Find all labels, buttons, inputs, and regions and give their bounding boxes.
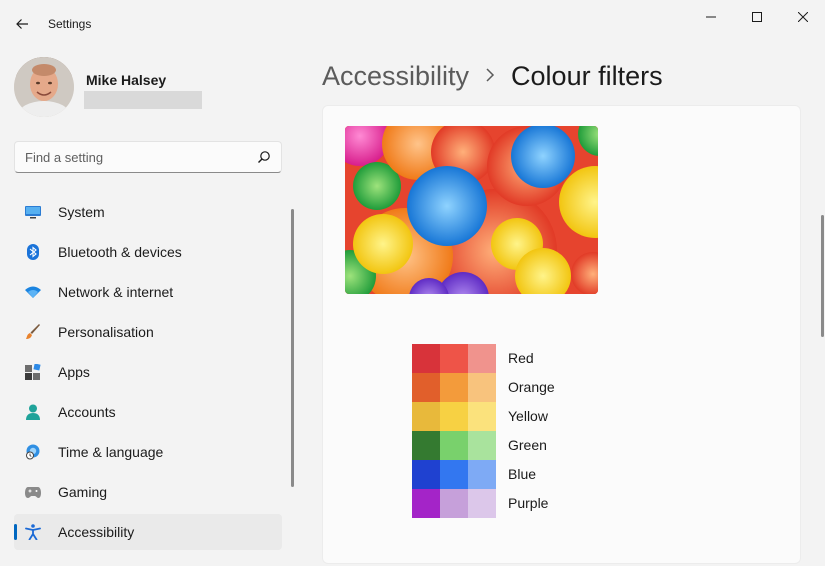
sidebar-item-label: Apps — [58, 364, 90, 380]
swatch-orange-dark — [412, 373, 440, 402]
sidebar-item-label: Personalisation — [58, 324, 154, 340]
selection-indicator — [14, 524, 17, 540]
sidebar-item-bluetooth-devices[interactable]: Bluetooth & devices — [14, 234, 282, 270]
wifi-icon — [25, 284, 41, 300]
swatch-yellow-medium — [440, 402, 468, 431]
swatch-row-green: Green — [412, 431, 612, 460]
colour-swatch-grid: Red Orange Yellow Green Blue Purple — [412, 344, 612, 518]
minimize-icon — [706, 16, 716, 18]
back-button[interactable] — [8, 10, 36, 38]
sidebar-item-label: Accessibility — [58, 524, 135, 540]
swatch-row-red: Red — [412, 344, 612, 373]
sidebar-scrollbar[interactable] — [291, 209, 294, 487]
sidebar-item-gaming[interactable]: Gaming — [14, 474, 282, 510]
swatch-blue-dark — [412, 460, 440, 489]
swatch-orange-light — [468, 373, 496, 402]
swatch-row-orange: Orange — [412, 373, 612, 402]
swatch-red-dark — [412, 344, 440, 373]
sidebar-item-label: Time & language — [58, 444, 164, 460]
accessibility-icon — [25, 524, 41, 540]
swatch-purple-light — [468, 489, 496, 518]
swatch-row-blue: Blue — [412, 460, 612, 489]
sidebar-item-accounts[interactable]: Accounts — [14, 394, 282, 430]
search-icon[interactable] — [257, 150, 271, 164]
swatch-orange-medium — [440, 373, 468, 402]
page-title: Colour filters — [511, 60, 663, 91]
colourful-paper-fans-image — [345, 126, 598, 294]
user-email-redacted — [84, 91, 202, 109]
breadcrumb: Accessibility Colour filters — [322, 58, 663, 94]
swatch-label: Orange — [508, 379, 555, 395]
swatch-purple-medium — [440, 489, 468, 518]
swatch-purple-dark — [412, 489, 440, 518]
swatch-green-light — [468, 431, 496, 460]
content-scrollbar[interactable] — [821, 215, 824, 337]
sidebar-nav: System Bluetooth & devices Network & int… — [14, 194, 282, 554]
swatch-green-dark — [412, 431, 440, 460]
app-title: Settings — [48, 17, 92, 31]
title-bar: Settings — [0, 0, 825, 48]
search-input[interactable] — [15, 142, 245, 172]
sidebar-item-personalisation[interactable]: Personalisation — [14, 314, 282, 350]
swatch-red-light — [468, 344, 496, 373]
sidebar-item-system[interactable]: System — [14, 194, 282, 230]
maximize-button[interactable] — [734, 0, 780, 34]
breadcrumb-parent-link[interactable]: Accessibility — [322, 61, 469, 92]
brush-icon — [25, 324, 41, 340]
swatch-blue-medium — [440, 460, 468, 489]
close-button[interactable] — [780, 0, 825, 34]
colour-filter-preview-card: Red Orange Yellow Green Blue Purple — [322, 105, 801, 564]
user-name: Mike Halsey — [86, 72, 167, 88]
sidebar-item-apps[interactable]: Apps — [14, 354, 282, 390]
swatch-red-medium — [440, 344, 468, 373]
minimize-button[interactable] — [688, 0, 734, 34]
apps-icon — [25, 364, 41, 380]
person-icon — [25, 404, 41, 420]
swatch-row-yellow: Yellow — [412, 402, 612, 431]
sidebar-item-time-language[interactable]: Time & language — [14, 434, 282, 470]
search-box[interactable] — [14, 141, 282, 173]
avatar-photo — [14, 57, 74, 117]
swatch-label: Purple — [508, 495, 549, 511]
sidebar-item-accessibility[interactable]: Accessibility — [14, 514, 282, 550]
swatch-label: Yellow — [508, 408, 548, 424]
close-icon — [798, 12, 808, 22]
sidebar-item-label: Network & internet — [58, 284, 174, 300]
sidebar-item-label: Bluetooth & devices — [58, 244, 182, 260]
back-arrow-icon — [16, 19, 28, 29]
swatch-blue-light — [468, 460, 496, 489]
swatch-label: Green — [508, 437, 547, 453]
swatch-label: Red — [508, 350, 534, 366]
sidebar-item-label: System — [58, 204, 105, 220]
gamepad-icon — [25, 484, 41, 500]
avatar[interactable] — [14, 57, 74, 117]
swatch-label: Blue — [508, 466, 537, 482]
swatch-green-medium — [440, 431, 468, 460]
swatch-row-purple: Purple — [412, 489, 612, 518]
maximize-icon — [752, 12, 762, 22]
chevron-right-icon — [485, 66, 495, 87]
globe-clock-icon — [25, 444, 41, 460]
sidebar-item-network-internet[interactable]: Network & internet — [14, 274, 282, 310]
swatch-yellow-dark — [412, 402, 440, 431]
swatch-yellow-light — [468, 402, 496, 431]
sidebar-item-label: Gaming — [58, 484, 108, 500]
sidebar-item-label: Accounts — [58, 404, 116, 420]
bluetooth-icon — [25, 244, 41, 260]
monitor-icon — [25, 204, 41, 220]
